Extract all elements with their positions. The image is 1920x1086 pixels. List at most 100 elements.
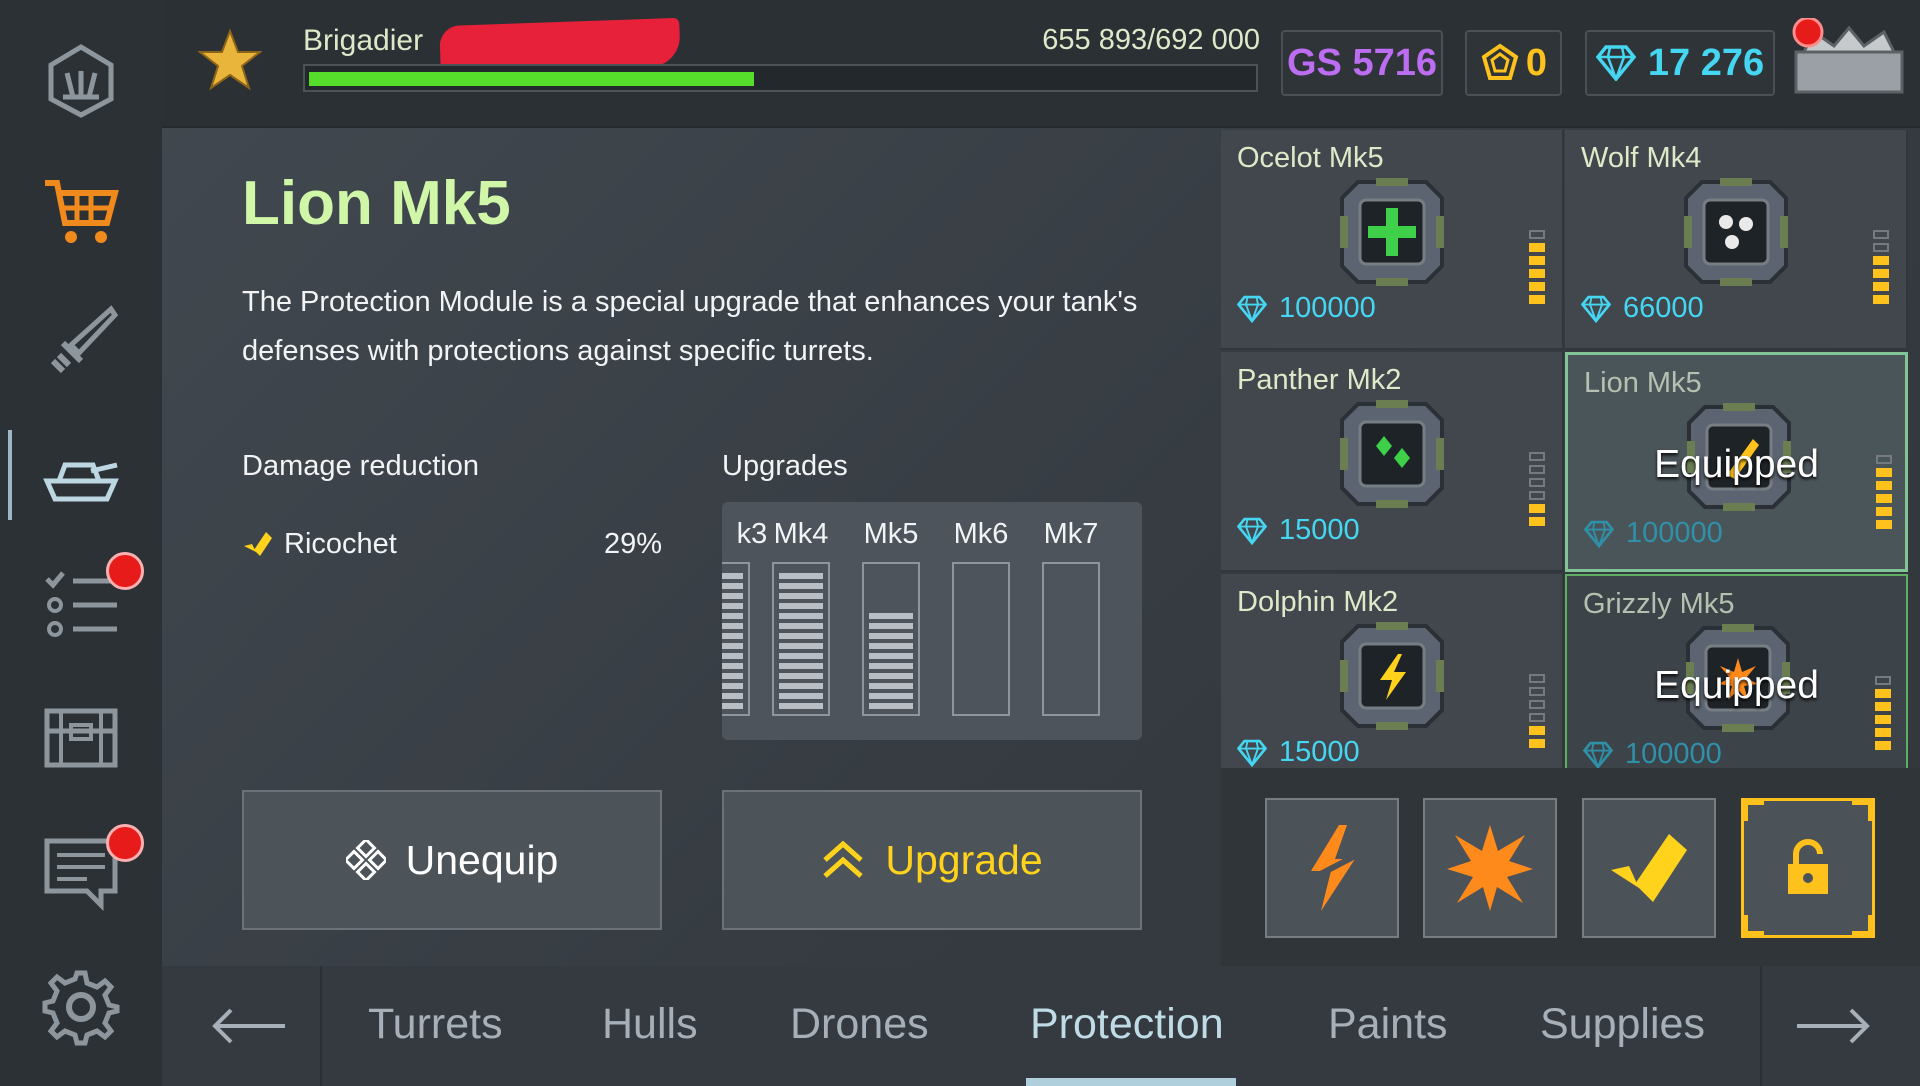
level-pip <box>1529 726 1545 735</box>
upgrade-level-segment <box>722 683 743 689</box>
level-pip <box>1529 504 1545 513</box>
upgrade-level-segment <box>722 703 743 709</box>
sidebar-item-containers[interactable] <box>0 682 162 792</box>
upgrade-level-segment <box>722 603 743 609</box>
level-pip <box>1875 741 1891 750</box>
garage-icon <box>48 44 114 118</box>
lock-frame-corner <box>1742 799 1764 821</box>
level-pip <box>1529 491 1545 500</box>
module-card[interactable]: Lion Mk5 100000 Equipped <box>1565 352 1908 572</box>
crystal-icon <box>1237 295 1267 323</box>
filter-lightning[interactable] <box>1265 798 1399 938</box>
upgrade-level-segment <box>869 663 913 669</box>
tab-supplies[interactable]: Supplies <box>1540 1000 1705 1049</box>
module-card[interactable]: Dolphin Mk2 15000 <box>1221 574 1564 768</box>
arrow-left-icon <box>212 1008 285 1044</box>
upgrade-level-label: Mk6 <box>953 518 1009 550</box>
sidebar-item-shop[interactable] <box>0 156 162 266</box>
module-card-name: Ocelot Mk5 <box>1237 142 1384 174</box>
sidebar-item-garage[interactable] <box>0 26 162 136</box>
tab-drones[interactable]: Drones <box>790 1000 929 1049</box>
unequip-button[interactable]: Unequip <box>242 790 662 930</box>
container-icon <box>44 708 118 768</box>
level-pip <box>1873 269 1889 278</box>
module-card-name: Lion Mk5 <box>1584 367 1702 399</box>
module-card[interactable]: Panther Mk2 15000 <box>1221 352 1564 572</box>
level-pip <box>1529 295 1545 304</box>
upgrade-level-segment <box>869 643 913 649</box>
upgrade-level-bar <box>722 562 750 716</box>
lock-frame-corner <box>1742 915 1764 937</box>
upgrade-button[interactable]: Upgrade <box>722 790 1142 930</box>
resistance-name: Ricochet <box>284 528 397 560</box>
lightning-icon <box>1301 825 1363 911</box>
level-pip <box>1873 256 1889 265</box>
crystal-icon <box>1584 520 1614 548</box>
lock-frame-corner <box>1852 915 1874 937</box>
tabs-divider <box>1760 966 1762 1086</box>
ricochet-icon <box>1611 834 1687 902</box>
arrow-right-icon <box>1797 1008 1870 1044</box>
upgrade-level-bar <box>862 562 920 716</box>
tankoin-icon <box>1481 43 1519 80</box>
garage-screen: Brigadier 655 893/692 000 GS 5716 0 17 2… <box>0 0 1920 1086</box>
crystal-icon <box>1237 739 1267 767</box>
upgrade-level-label: Mk5 <box>863 518 919 550</box>
upgrade-level-segment <box>722 673 743 679</box>
premium-crate-icon[interactable] <box>1790 18 1908 98</box>
upgrade-level-segment <box>779 643 823 649</box>
upgrade-level-segment <box>779 653 823 659</box>
level-pip <box>1873 230 1889 239</box>
xp-progress-fill <box>309 72 754 86</box>
module-emblem-icon <box>1340 400 1444 508</box>
tabs-prev-button[interactable] <box>194 986 304 1066</box>
rank-star-icon <box>198 28 262 91</box>
crystal-balance[interactable]: 17 276 <box>1585 30 1775 96</box>
upgrade-level-bar <box>952 562 1010 716</box>
equipped-badge: Equipped <box>1654 664 1819 707</box>
sidebar-item-settings[interactable] <box>0 952 162 1062</box>
tab-hulls[interactable]: Hulls <box>602 1000 698 1049</box>
sidebar-item-turrets[interactable] <box>0 288 162 398</box>
gear-score-badge[interactable]: GS 5716 <box>1281 30 1443 96</box>
module-card[interactable]: Wolf Mk4 66000 <box>1565 130 1908 350</box>
tab-turrets[interactable]: Turrets <box>368 1000 503 1049</box>
tab-paints[interactable]: Paints <box>1328 1000 1448 1049</box>
module-card-level-meter <box>1873 230 1889 304</box>
sidebar-item-tank[interactable] <box>0 420 162 530</box>
upgrade-level-label: Mk4 <box>773 518 829 550</box>
tankoin-balance[interactable]: 0 <box>1465 30 1562 96</box>
tankoin-value: 0 <box>1525 41 1548 84</box>
xp-progress-bar <box>303 64 1258 92</box>
tank-icon <box>43 462 119 502</box>
explosion-icon <box>1447 825 1533 911</box>
tab-protection[interactable]: Protection <box>1030 1000 1224 1049</box>
crystal-icon <box>1581 295 1611 323</box>
sword-icon <box>50 305 119 374</box>
lock-frame-corner <box>1852 799 1874 821</box>
filter-explosion[interactable] <box>1423 798 1557 938</box>
upgrade-level-segment <box>869 613 913 619</box>
tabs-next-button[interactable] <box>1778 986 1888 1066</box>
level-pip <box>1529 517 1545 526</box>
news-notification-dot <box>106 824 144 862</box>
sidebar <box>0 0 162 1086</box>
module-card[interactable]: Ocelot Mk5 100000 <box>1221 130 1564 350</box>
upgrade-level-segment <box>779 623 823 629</box>
upgrade-level-segment <box>722 623 743 629</box>
gear-score-value: GS 5716 <box>1287 41 1437 84</box>
module-card-price-value: 100000 <box>1626 517 1723 549</box>
module-grid: Ocelot Mk5 100000 Wolf Mk4 66000 Panther Mk2… <box>1221 130 1911 768</box>
upgrade-level-segment <box>722 643 743 649</box>
active-tab-underline <box>1026 1078 1236 1086</box>
level-pip <box>1529 465 1545 474</box>
level-pip <box>1875 728 1891 737</box>
missions-notification-dot <box>106 552 144 590</box>
upgrade-chevrons-icon <box>823 840 864 878</box>
filter-lock[interactable] <box>1741 798 1875 938</box>
upgrade-level-segment <box>869 623 913 629</box>
module-emblem-icon <box>1340 178 1444 286</box>
filter-ricochet[interactable] <box>1582 798 1716 938</box>
module-card[interactable]: Grizzly Mk5 100000 Equipped <box>1565 574 1908 768</box>
module-card-name: Panther Mk2 <box>1237 364 1402 396</box>
